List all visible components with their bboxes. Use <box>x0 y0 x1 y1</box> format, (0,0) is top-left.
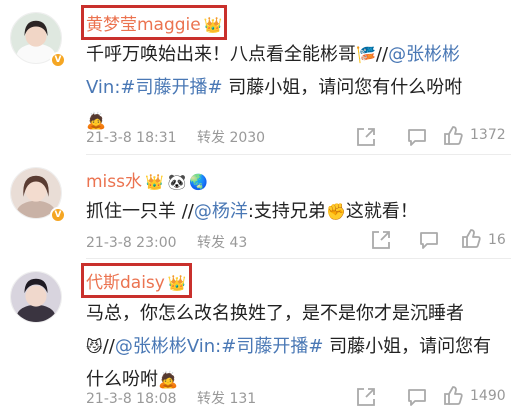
like-count: 1490 <box>470 388 506 404</box>
comment-text: 千呼万唤始出来！八点看全能彬哥🎏//@张彬彬Vin:#司藤开播# 司藤小姐，请问… <box>86 38 506 137</box>
repost-label[interactable]: 转发 <box>197 130 225 146</box>
share-icon[interactable] <box>355 126 377 148</box>
mention-link[interactable]: @张彬彬Vin: <box>115 336 221 357</box>
timestamp: 21-3-8 23:00 <box>86 235 177 251</box>
comment-meta: 21-3-8 23:00 转发 43 <box>86 232 247 252</box>
cat-emoji-icon: 😼 <box>86 337 103 356</box>
flag-emoji-icon: 🎏 <box>356 45 376 64</box>
mention-link[interactable]: @杨洋 <box>194 201 248 222</box>
like-count: 16 <box>488 232 506 248</box>
comment-item: 代斯daisy 👑 马总，你怎么改名换姓了，是不是你才是沉睡者 😼//@张彬彬Vin… <box>0 259 511 410</box>
comment-meta: 21-3-8 18:08 转发 131 <box>86 388 256 408</box>
timestamp: 21-3-8 18:31 <box>86 130 177 146</box>
thumb-up-icon[interactable] <box>442 124 464 146</box>
thumb-up-icon[interactable] <box>442 384 464 406</box>
repost-label[interactable]: 转发 <box>197 235 225 251</box>
comment-icon[interactable] <box>406 386 428 408</box>
username-text[interactable]: 黄梦莹maggie <box>86 15 201 35</box>
comment-item: V 黄梦莹maggie 👑 千呼万唤始出来！八点看全能彬哥🎏//@张彬彬Vin:#… <box>0 0 511 155</box>
comment-meta: 21-3-8 18:31 转发 2030 <box>86 127 265 147</box>
repost-count: 43 <box>229 235 248 251</box>
repost-count: 2030 <box>229 130 266 146</box>
comment-text-part: 马总，你怎么改名换姓了，是不是你才是沉睡者 <box>86 303 464 324</box>
comment-text-part: 抓住一只羊 // <box>86 201 194 222</box>
avatar[interactable] <box>10 271 62 323</box>
comment-item: V miss水 👑 🐼 🌏 抓住一只羊 //@杨洋:支持兄弟✊这就看！ 21-3-8 … <box>0 155 511 259</box>
username-text[interactable]: 代斯daisy <box>86 273 165 293</box>
share-icon[interactable] <box>355 386 377 408</box>
like-count: 1372 <box>470 127 506 143</box>
verified-icon: V <box>50 207 66 223</box>
comment-icon[interactable] <box>418 229 440 251</box>
comment-text-part: :支持兄弟 <box>247 201 326 222</box>
share-icon[interactable] <box>370 229 392 251</box>
username[interactable]: 代斯daisy 👑 <box>81 263 192 298</box>
comment-text-part: // <box>102 336 115 357</box>
thumb-up-icon[interactable] <box>460 227 482 249</box>
verified-icon: V <box>50 52 66 68</box>
comment-text-part: 千呼万唤始出来！八点看全能彬哥 <box>86 44 356 65</box>
crown-icon: 👑 <box>145 173 164 191</box>
comment-text-part: 司藤小姐，请问您有什么吩咐 <box>222 77 463 98</box>
repost-label[interactable]: 转发 <box>197 391 225 407</box>
crown-icon: 👑 <box>203 16 223 34</box>
hashtag-link[interactable]: #司藤开播# <box>221 336 323 357</box>
timestamp: 21-3-8 18:08 <box>86 391 177 407</box>
crown-icon: 👑 <box>167 274 187 292</box>
panda-icon: 🐼 <box>167 173 187 191</box>
comment-text-part: 这就看！ <box>345 201 418 222</box>
username[interactable]: 黄梦莹maggie 👑 <box>80 5 228 40</box>
repost-count: 131 <box>229 391 257 407</box>
fist-emoji-icon: ✊ <box>325 202 346 221</box>
globe-badge-icon: 🌏 <box>189 173 209 191</box>
comment-text: 马总，你怎么改名换姓了，是不是你才是沉睡者 😼//@张彬彬Vin:#司藤开播# 司… <box>86 297 506 396</box>
comment-icon[interactable] <box>406 126 428 148</box>
username-text[interactable]: miss水 <box>86 172 142 192</box>
username[interactable]: miss水 👑 🐼 🌏 <box>86 167 208 192</box>
comment-text-part: // <box>375 44 389 65</box>
comment-text: 抓住一只羊 //@杨洋:支持兄弟✊这就看！ <box>86 195 506 228</box>
hashtag-link[interactable]: #司藤开播# <box>120 77 222 98</box>
